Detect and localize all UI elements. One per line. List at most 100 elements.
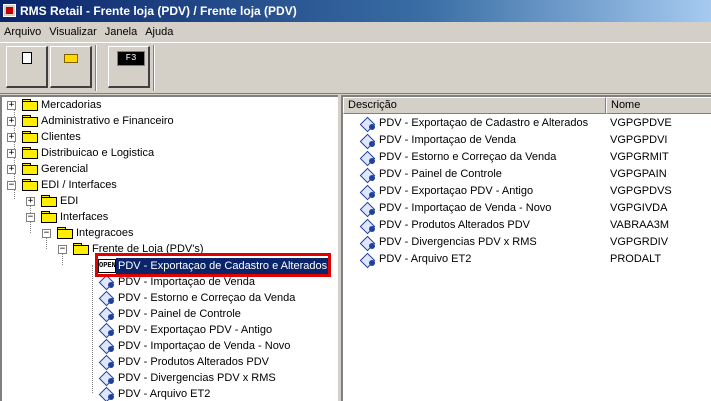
menu-ajuda[interactable]: Ajuda [141, 22, 177, 42]
program-icon [361, 235, 376, 250]
tree-item-edi-interfaces[interactable]: − EDI / Interfaces [2, 177, 332, 193]
tree-item-clientes[interactable]: + Clientes [2, 129, 332, 145]
tree-label: PDV - Exportaçao PDV - Antigo [118, 324, 273, 336]
tree-label: Administrativo e Financeiro [41, 115, 174, 127]
expand-icon[interactable]: + [7, 101, 16, 110]
expand-icon[interactable]: + [7, 149, 16, 158]
row-description: PDV - Exportaçao PDV - Antigo [379, 185, 534, 197]
row-name: VABRAA3M [610, 219, 670, 231]
menu-janela[interactable]: Janela [101, 22, 141, 42]
tree-label: PDV - Estorno e Correçao da Venda [118, 292, 296, 304]
tree-label: Interfaces [60, 211, 109, 223]
row-description: PDV - Painel de Controle [379, 168, 502, 180]
tree-item-gerencial[interactable]: + Gerencial [2, 161, 332, 177]
row-description: PDV - Arquivo ET2 [379, 253, 472, 265]
folder-icon [73, 243, 89, 255]
collapse-icon[interactable]: − [26, 213, 35, 222]
program-icon [100, 322, 115, 337]
list-row[interactable]: PDV - Estorno e Correçao da Venda VGPGRM… [343, 149, 711, 166]
tree-item-distribuicao[interactable]: + Distribuicao e Logistica [2, 145, 332, 161]
folder-icon [22, 147, 38, 159]
tree-item-administrativo[interactable]: + Administrativo e Financeiro [2, 113, 332, 129]
tree-label: PDV - Importaçao de Venda - Novo [118, 340, 291, 352]
tree-label: Mercadorias [41, 99, 102, 111]
expand-icon[interactable]: + [7, 133, 16, 142]
tree-label: EDI / Interfaces [41, 179, 117, 191]
program-icon [361, 167, 376, 182]
list-row[interactable]: PDV - Produtos Alterados PDV VABRAA3M [343, 217, 711, 234]
collapse-icon[interactable]: − [58, 245, 67, 254]
list-row[interactable]: PDV - Painel de Controle VGPGPAIN [343, 166, 711, 183]
menu-visualizar[interactable]: Visualizar [45, 22, 101, 42]
folder-icon [22, 163, 38, 175]
new-button[interactable] [6, 46, 48, 88]
row-description: PDV - Divergencias PDV x RMS [379, 236, 537, 248]
folder-icon [22, 179, 38, 191]
row-name: VGPGRMIT [610, 151, 669, 163]
row-name: VGPGPDVE [610, 117, 672, 129]
menu-arquivo[interactable]: Arquivo [0, 22, 45, 42]
folder-icon [41, 211, 57, 223]
row-name: VGPGPDVS [610, 185, 672, 197]
folder-icon [22, 99, 38, 111]
program-icon [361, 252, 376, 267]
expand-icon[interactable]: + [26, 197, 35, 206]
program-icon [100, 338, 115, 353]
f3-key-icon: F3 [117, 51, 145, 66]
program-icon [100, 354, 115, 369]
list-row[interactable]: PDV - Importaçao de Venda - Novo VGPGIVD… [343, 200, 711, 217]
program-icon [361, 133, 376, 148]
f3-button[interactable]: F3 [108, 46, 150, 88]
list-row[interactable]: PDV - Exportaçao de Cadastro e Alterados… [343, 115, 711, 132]
tree-item-program[interactable]: PDV - Importaçao de Venda - Novo [2, 338, 332, 354]
tree-item-program[interactable]: PDV - Painel de Controle [2, 306, 332, 322]
program-list[interactable]: Descrição Nome PDV - Exportaçao de Cadas… [341, 95, 711, 401]
toolbar-separator [95, 45, 97, 91]
row-description: PDV - Estorno e Correçao da Venda [379, 151, 557, 163]
program-icon [361, 116, 376, 131]
expand-icon[interactable]: + [7, 165, 16, 174]
list-row[interactable]: PDV - Divergencias PDV x RMS VGPGRDIV [343, 234, 711, 251]
collapse-icon[interactable]: − [7, 181, 16, 190]
new-document-icon [22, 52, 32, 64]
tree-item-integracoes[interactable]: − Integracoes [2, 225, 332, 241]
tree-item-interfaces[interactable]: − Interfaces [2, 209, 332, 225]
tree-label: PDV - Arquivo ET2 [118, 388, 211, 400]
folder-icon [22, 115, 38, 127]
tree-item-program[interactable]: PDV - Arquivo ET2 [2, 386, 332, 401]
tree-item-program[interactable]: PDV - Estorno e Correçao da Venda [2, 290, 332, 306]
tree-item-edi[interactable]: + EDI [2, 193, 332, 209]
program-icon [100, 290, 115, 305]
program-icon [361, 218, 376, 233]
tree-label: PDV - Produtos Alterados PDV [118, 356, 270, 368]
row-description: PDV - Importaçao de Venda - Novo [379, 202, 552, 214]
tree-item-program[interactable]: PDV - Produtos Alterados PDV [2, 354, 332, 370]
program-icon [100, 386, 115, 401]
program-icon [100, 306, 115, 321]
open-button[interactable] [50, 46, 92, 88]
program-icon [361, 184, 376, 199]
collapse-icon[interactable]: − [42, 229, 51, 238]
tree-item-mercadorias[interactable]: + Mercadorias [2, 97, 332, 113]
program-icon [361, 201, 376, 216]
list-row[interactable]: PDV - Arquivo ET2 PRODALT [343, 251, 711, 268]
list-row[interactable]: PDV - Importaçao de Venda VGPGPDVI [343, 132, 711, 149]
toolbar-separator [153, 45, 155, 91]
tree-label: EDI [60, 195, 79, 207]
navigation-tree[interactable]: + Mercadorias + Administrativo e Finance… [0, 95, 338, 401]
expand-icon[interactable]: + [7, 117, 16, 126]
program-icon [361, 150, 376, 165]
tree-label: Integracoes [76, 227, 134, 239]
column-header-nome[interactable]: Nome [606, 97, 711, 114]
tree-item-program[interactable]: PDV - Divergencias PDV x RMS [2, 370, 332, 386]
row-description: PDV - Importaçao de Venda [379, 134, 516, 146]
app-icon [3, 4, 16, 17]
folder-icon [41, 195, 57, 207]
open-folder-icon [64, 54, 78, 63]
toolbar: F3 [0, 42, 711, 94]
tree-item-program[interactable]: PDV - Exportaçao PDV - Antigo [2, 322, 332, 338]
list-row[interactable]: PDV - Exportaçao PDV - Antigo VGPGPDVS [343, 183, 711, 200]
tree-label: PDV - Painel de Controle [118, 308, 241, 320]
column-header-descricao[interactable]: Descrição [343, 97, 606, 114]
tree-label: Gerencial [41, 163, 89, 175]
